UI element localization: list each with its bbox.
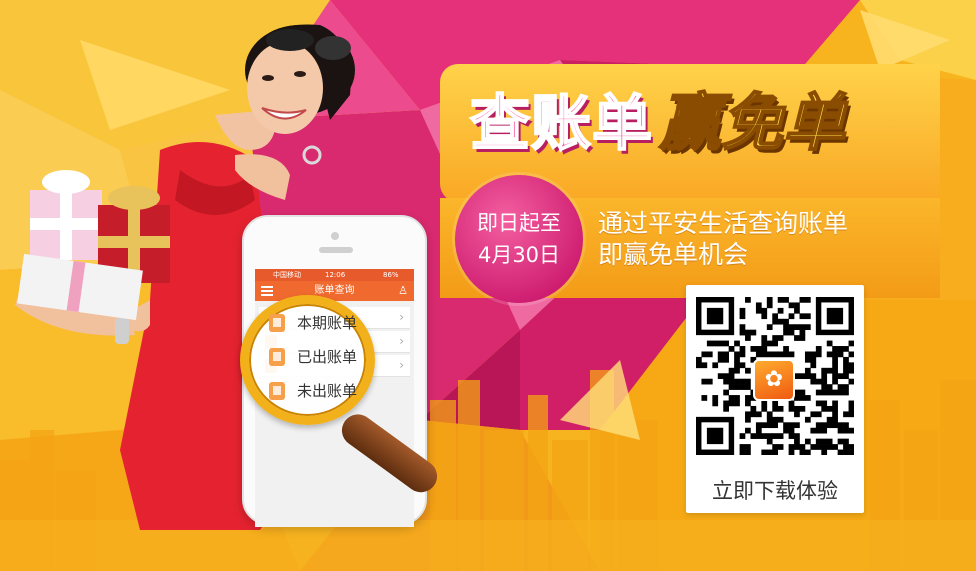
menu-item-current-bill[interactable]: 本期账单 [261, 308, 391, 338]
promo-banner: 查账单赢免单 即日起至 4月30日 通过平安生活查询账单 即赢免单机会 ✿ 立即… [0, 0, 976, 571]
magnifier-lens: 本期账单 已出账单 未出账单 [240, 295, 375, 425]
app-nav-bar: 账单查询 ♙ [255, 281, 414, 301]
headline-part-1: 查账单 [469, 88, 653, 160]
description-line-2: 即赢免单机会 [598, 240, 749, 269]
status-time: 12:06 [325, 271, 346, 279]
menu-item-label: 未出账单 [297, 382, 358, 400]
menu-item-label: 本期账单 [297, 314, 358, 332]
phone-speaker [319, 247, 353, 253]
chevron-right-icon: › [399, 358, 404, 372]
bill-icon [269, 382, 285, 400]
status-bar: 中国移动 12:06 86% [255, 269, 414, 281]
headline-part-2: 赢免单 [658, 85, 846, 160]
bill-icon [269, 314, 285, 332]
qr-caption: 立即下载体验 [712, 479, 838, 503]
date-badge-line-1: 即日起至 [477, 211, 561, 235]
headline: 查账单赢免单 [469, 72, 846, 162]
status-carrier: 中国移动 [273, 271, 301, 279]
butterfly-logo-icon: ✿ [753, 359, 795, 401]
menu-item-label: 已出账单 [297, 348, 358, 366]
user-icon[interactable]: ♙ [398, 284, 408, 298]
menu-item-issued-bill[interactable]: 已出账单 [261, 342, 391, 372]
description: 通过平安生活查询账单 即赢免单机会 [598, 208, 848, 270]
qr-code-card[interactable]: ✿ 立即下载体验 [686, 285, 864, 513]
status-battery: 86% [383, 271, 399, 279]
menu-icon[interactable] [261, 286, 273, 296]
chevron-right-icon: › [399, 334, 404, 348]
nav-title: 账单查询 [314, 285, 355, 296]
bill-icon [269, 348, 285, 366]
date-badge: 即日起至 4月30日 [455, 175, 583, 303]
phone-camera [331, 232, 339, 240]
menu-item-unissued-bill[interactable]: 未出账单 [261, 376, 391, 406]
description-line-1: 通过平安生活查询账单 [598, 209, 849, 238]
chevron-right-icon: › [399, 310, 404, 324]
date-badge-line-2: 4月30日 [477, 243, 561, 267]
